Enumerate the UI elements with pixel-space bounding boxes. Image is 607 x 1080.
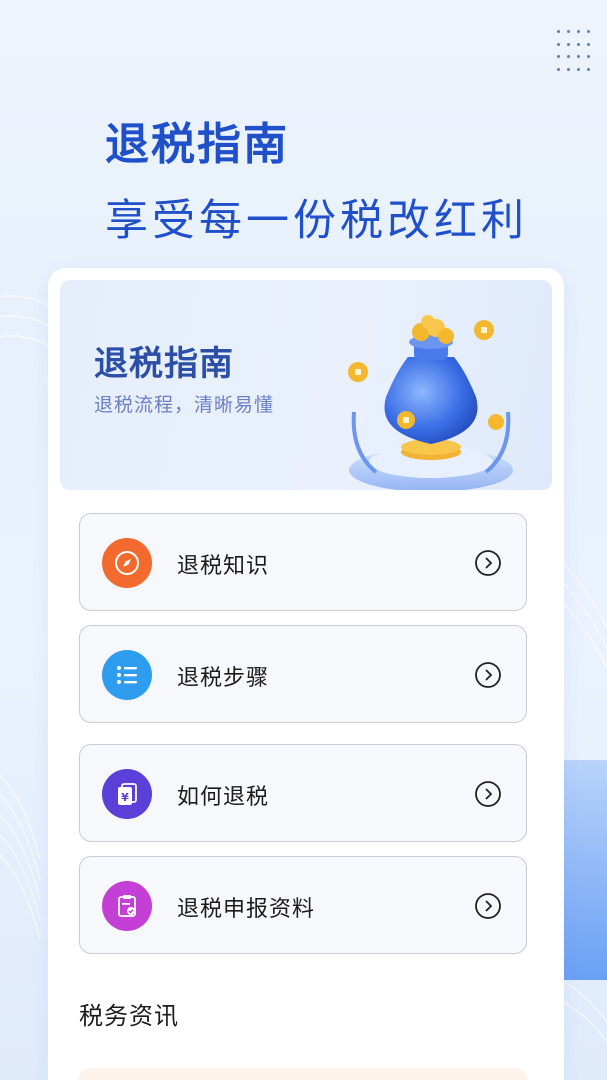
compass-icon [102,538,152,588]
news-card-top[interactable] [79,1068,527,1080]
menu-item-how-to-refund[interactable]: ¥ 如何退税 [79,744,527,842]
menu-item-label: 如何退税 [177,785,270,810]
chevron-right-icon [475,550,501,576]
menu-item-label: 退税申报资料 [177,897,316,922]
main-card: 退税指南 退税流程，清晰易懂 退税知识 退税步骤 ¥ 如何退税 退税申报资料 税… [48,268,564,1080]
menu-item-label: 退税知识 [177,554,270,579]
banner-subtitle: 退税流程，清晰易懂 [94,394,275,416]
chevron-right-icon [475,893,501,919]
decorative-dots [557,30,593,76]
guide-banner[interactable]: 退税指南 退税流程，清晰易懂 [60,280,552,490]
news-section-title: 税务资讯 [79,1002,179,1030]
menu-item-tax-knowledge[interactable]: 退税知识 [79,513,527,611]
menu-item-tax-steps[interactable]: 退税步骤 [79,625,527,723]
banner-title: 退税指南 [94,344,234,384]
hero-title: 退税指南 [105,119,289,170]
menu-item-filing-materials[interactable]: 退税申报资料 [79,856,527,954]
chevron-right-icon [475,781,501,807]
money-vase-illustration [348,315,513,490]
chevron-right-icon [475,662,501,688]
clipboard-check-icon [102,881,152,931]
yuan-document-icon: ¥ [102,769,152,819]
list-icon [102,650,152,700]
menu-item-label: 退税步骤 [177,666,270,691]
hero-subtitle: 享受每一份税改红利 [105,196,528,246]
svg-text:¥: ¥ [121,791,129,804]
